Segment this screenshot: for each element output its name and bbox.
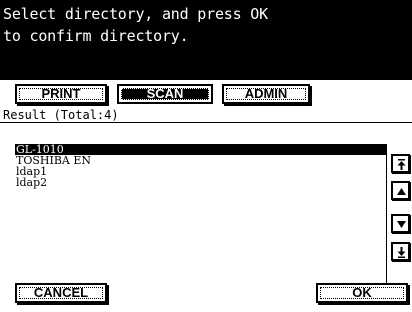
tab-scan-focus-frame xyxy=(121,88,209,100)
instruction-line-2: to confirm directory. xyxy=(3,27,189,45)
scroll-down-icon xyxy=(397,221,406,228)
list-item[interactable]: ldap2 xyxy=(15,177,387,188)
directory-list[interactable]: GL-1010 TOSHIBA EN ldap1 ldap2 xyxy=(15,144,387,188)
instruction-line-1: Select directory, and press OK xyxy=(3,5,268,23)
result-count: Result (Total:4) xyxy=(3,108,119,122)
scroll-bottom-button[interactable] xyxy=(391,242,410,261)
message-area: Select directory, and press OK to confir… xyxy=(0,0,412,80)
ok-button[interactable]: OK xyxy=(316,283,408,303)
scroll-top-button[interactable] xyxy=(391,154,410,173)
cancel-focus-frame xyxy=(19,287,103,299)
tab-print-focus-frame xyxy=(19,88,103,100)
tab-print[interactable]: PRINT xyxy=(15,84,107,104)
list-scroll-divider xyxy=(386,144,387,299)
cancel-button[interactable]: CANCEL xyxy=(15,283,107,303)
divider xyxy=(0,122,412,123)
list-item[interactable]: ldap1 xyxy=(15,166,387,177)
scroll-top-icon xyxy=(397,159,406,170)
list-item[interactable]: TOSHIBA EN xyxy=(15,155,387,166)
tab-admin-focus-frame xyxy=(226,88,306,100)
scroll-up-icon xyxy=(397,188,406,195)
tab-scan[interactable]: SCAN xyxy=(117,84,213,104)
tab-admin[interactable]: ADMIN xyxy=(222,84,310,104)
ok-focus-frame xyxy=(320,287,404,299)
scroll-up-button[interactable] xyxy=(391,181,410,200)
scroll-bottom-icon xyxy=(397,247,406,258)
scroll-down-button[interactable] xyxy=(391,214,410,233)
